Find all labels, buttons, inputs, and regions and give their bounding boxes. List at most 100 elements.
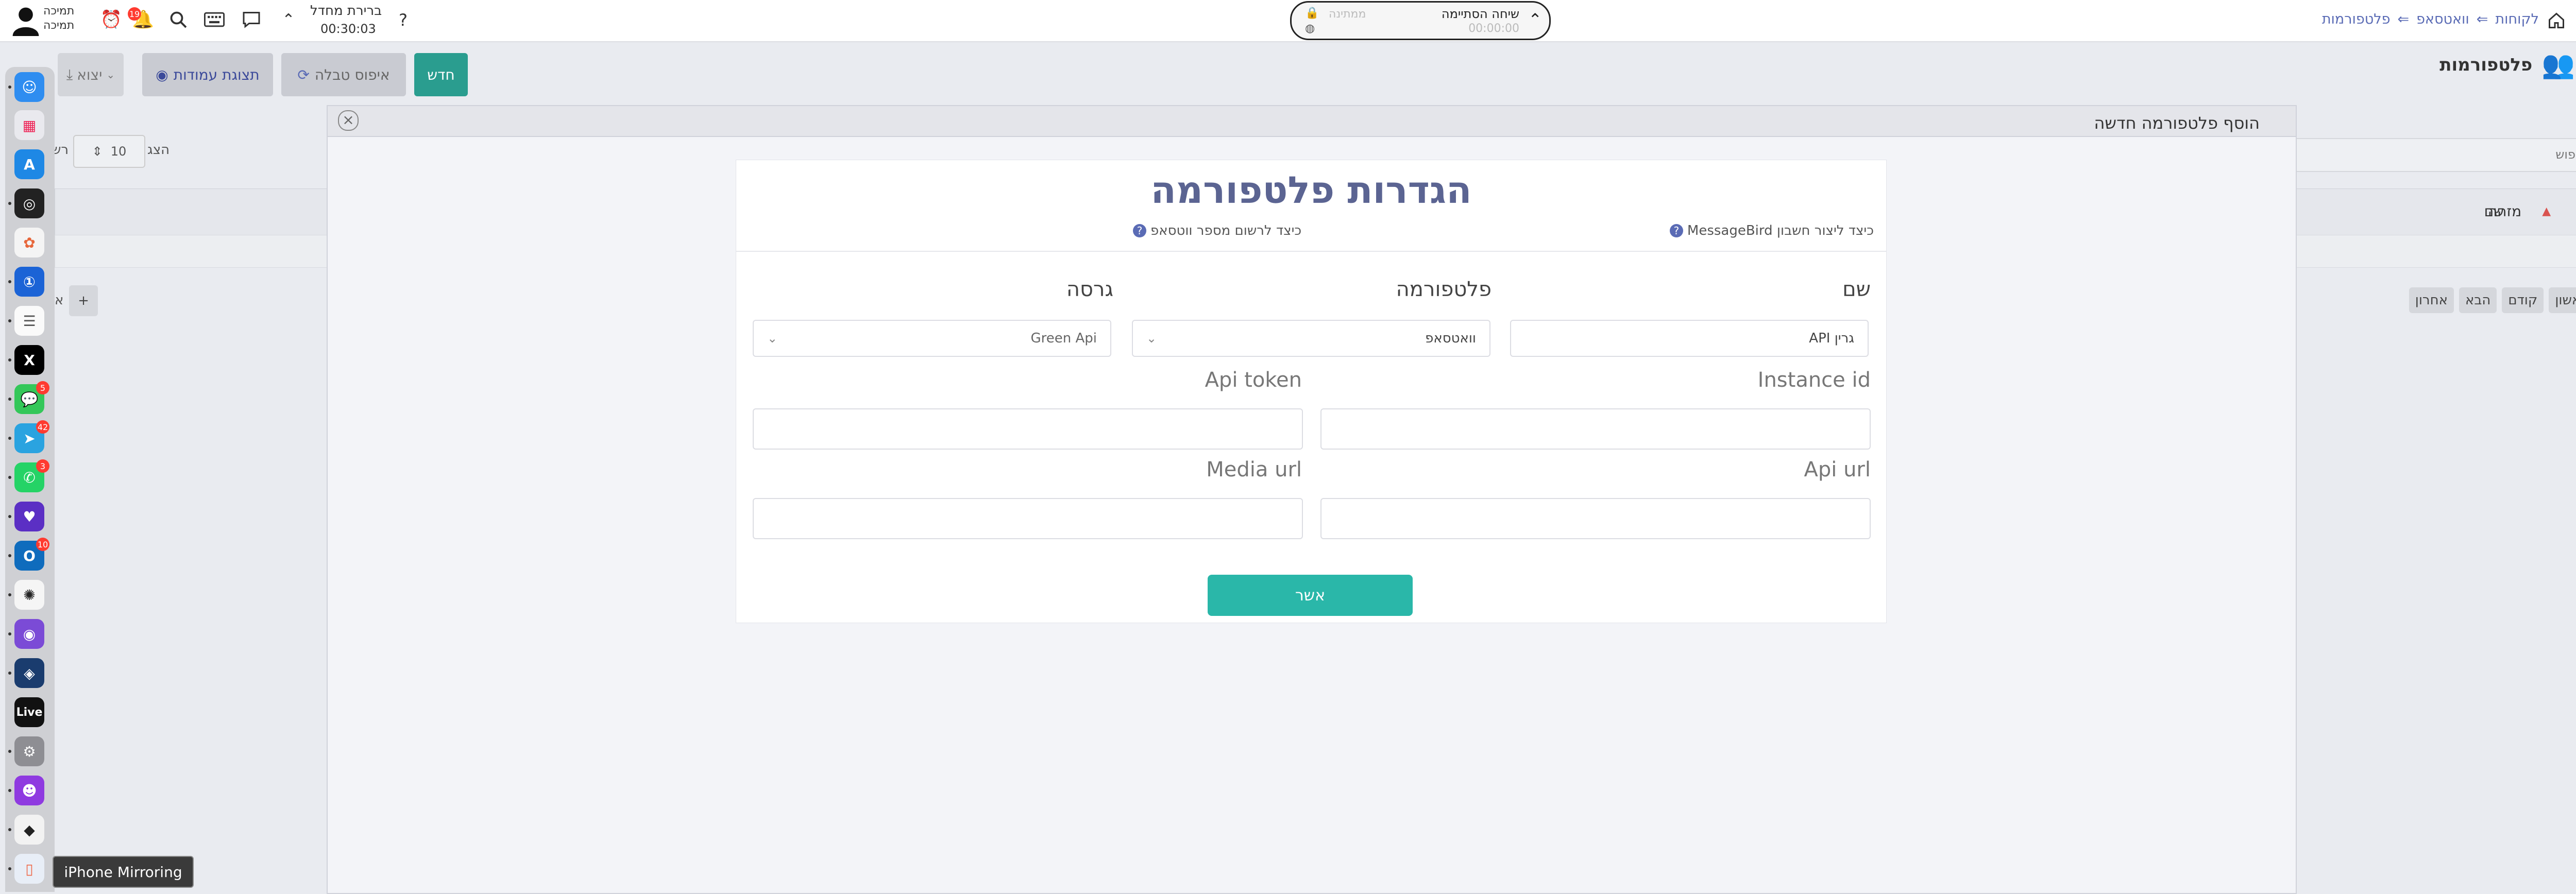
pager-first-button[interactable]: ראשון [2549,287,2576,313]
running-indicator [8,280,11,283]
search-placeholder: חיפוש [2555,147,2576,162]
running-indicator [8,593,11,596]
modal-title: הוסף פלטפורמה חדשה [2094,113,2260,133]
columns-view-button[interactable]: ◉ תצוגת עמודות [142,53,273,96]
page-size-select[interactable]: ⇕ 10 [73,135,145,168]
running-indicator [8,515,11,518]
column-header-name[interactable]: שם [2349,196,2504,227]
running-indicator [8,828,11,831]
keyboard-icon[interactable] [204,9,225,30]
chevron-down-icon: ⌄ [106,68,115,81]
platform-settings-card: הגדרות פלטפורמה כיצד ליצור חשבון Message… [736,160,1887,623]
pager-last-button[interactable]: אחרון [2409,287,2454,313]
reset-table-button[interactable]: ⟳ איפוס טבלה [281,53,406,96]
version-select[interactable]: Green Api ⌄ [753,320,1111,357]
settings-icon[interactable]: ⚙ [14,736,44,766]
running-indicator [8,554,11,557]
finder-icon[interactable]: ☺ [14,72,44,102]
onepassword-icon[interactable]: ① [14,267,44,297]
chat-icon[interactable] [241,9,262,30]
question-circle-icon: ? [1669,224,1683,237]
sort-icon: ⇕ [92,144,103,159]
running-indicator [8,437,11,440]
activity-icon[interactable]: ◎ [14,188,44,218]
close-icon[interactable]: × [338,110,359,131]
breadcrumb-item[interactable]: וואטסאפ [2416,11,2469,27]
pager-next-button[interactable]: הבא [2459,287,2497,313]
timer: 00:30:03 [320,22,376,36]
version-label: גרסה [1066,278,1113,301]
add-row-button[interactable]: + [69,285,98,316]
chevron-up-icon[interactable]: ⌃ [278,9,299,30]
browser-icon[interactable]: ◈ [14,658,44,688]
outlook-badge: 10 [36,538,49,551]
platform-label: פלטפורמה [1396,278,1492,301]
export-button[interactable]: ⤓ יצוא ⌄ [58,53,124,96]
running-indicator [8,85,11,89]
running-indicator [8,789,11,792]
call-line2: 00:00:00 [1468,22,1519,35]
card-divider [736,251,1886,252]
chevron-up-icon[interactable]: ⌃ [1528,10,1542,29]
api-url-label: Api url [1804,458,1871,482]
api-token-input[interactable] [753,408,1303,450]
chatgpt-icon[interactable]: ✺ [14,580,44,610]
user-icon[interactable] [11,5,40,36]
user-label: תמיכה תמיכה [43,5,75,32]
x-icon[interactable]: X [14,345,44,375]
new-button[interactable]: חדש [414,53,468,96]
heart-app-icon[interactable]: ♥ [14,502,44,531]
reminders-icon[interactable]: ☰ [14,306,44,336]
launchpad-icon[interactable]: ▦ [14,110,44,140]
users-icon: 👥 [2541,49,2575,80]
download-icon: ⤓ [66,66,73,83]
call-status: שיחה הסתיימה [1441,7,1519,21]
search-icon[interactable] [168,9,189,30]
name-label: שם [1842,278,1871,301]
eye-icon: ◉ [156,66,168,83]
messagebird-help-link[interactable]: כיצד ליצור חשבון MessageBird ? [1669,223,1874,238]
ghost-app-icon[interactable]: ☻ [14,776,44,805]
iphone-mirroring-icon[interactable]: ▯ [14,854,44,884]
show-label: הצג [147,142,170,158]
live-icon[interactable]: Live [14,697,44,727]
default-label: ברירת מחדל [310,3,382,19]
dock-tooltip: iPhone Mirroring [53,856,194,888]
home-icon[interactable] [2547,11,2566,30]
api-url-input[interactable] [1320,498,1871,539]
messages-badge: 5 [36,381,49,394]
running-indicator [8,319,11,322]
pager-prev-button[interactable]: קודם [2502,287,2544,313]
breadcrumb: לקוחות ⇐ וואטסאפ ⇐ פלטפורמות [2322,11,2539,27]
call-status-pill[interactable]: 🔒 ◍ ממתינה שיחה הסתיימה 00:00:00 ⌃ [1290,1,1551,40]
search-input[interactable]: חיפוש [2293,138,2576,172]
platform-select[interactable]: וואטסאפ ⌄ [1132,320,1490,357]
alarm-icon[interactable]: ⏰ [100,9,122,30]
register-whatsapp-help-link[interactable]: כיצד לרשום מספר ווטסאפ ? [1133,223,1301,238]
breadcrumb-item[interactable]: פלטפורמות [2322,11,2391,27]
settings-heading: הגדרות פלטפורמה [1150,168,1472,212]
modal-header [328,106,2296,137]
sort-icon: ▲ [2542,204,2551,218]
page-title: 👥 פלטפורמות [2439,49,2575,80]
help-icon[interactable]: ? [399,10,408,30]
running-indicator [8,398,11,401]
tor-browser-icon[interactable]: ◉ [14,619,44,649]
refresh-icon: ⟳ [297,66,310,83]
chevron-down-icon: ⌄ [767,331,778,346]
cube-app-icon[interactable]: ◆ [14,815,44,845]
app-store-icon[interactable]: A [14,149,44,179]
breadcrumb-separator-icon: ⇐ [2397,11,2410,27]
running-indicator [8,202,11,205]
media-url-input[interactable] [753,498,1303,539]
photos-icon[interactable]: ✿ [14,228,44,257]
chevron-down-icon: ⌄ [1146,331,1157,346]
submit-button[interactable]: אשר [1208,575,1413,616]
breadcrumb-item[interactable]: לקוחות [2495,11,2539,27]
instance-id-input[interactable] [1320,408,1871,450]
question-circle-icon: ? [1133,224,1146,237]
name-field[interactable]: גרין API [1510,320,1869,357]
notification-badge: 19 [128,7,141,21]
running-indicator [8,672,11,675]
partial-add-label: א [55,293,64,308]
